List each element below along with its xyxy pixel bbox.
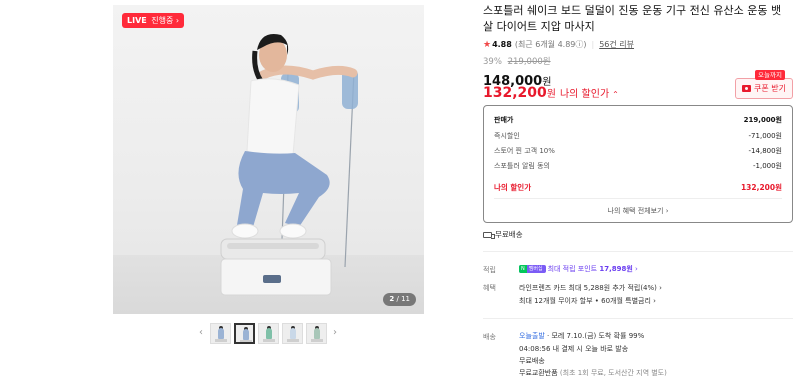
product-main-image[interactable]: LIVE 진행중 › 2 / 11 (113, 5, 424, 314)
image-counter-separator: / (396, 295, 399, 303)
breakdown-label: 스토어 찐 고객 10% (494, 147, 555, 155)
delivery-label: 배송 (483, 333, 496, 341)
thumbnail-3[interactable] (258, 322, 279, 344)
breakdown-row-instant-discount: 즉시할인 -71,000원 (494, 131, 782, 141)
breakdown-value: -1,000원 (752, 162, 782, 170)
card-benefit-link[interactable]: 라인프렌즈 카드 최대 5,288원 추가 적립(4%) › (519, 283, 662, 293)
discount-percent: 39% (483, 57, 502, 67)
exchange-note: (최초 1회 무료, 도서산간 지역 별도) (557, 369, 667, 377)
shipping-summary: 무료배송 (483, 229, 523, 240)
exchange-text: 무료교환반품 (519, 369, 558, 377)
membership-badge: N 멤버십 (519, 265, 546, 273)
naver-n-icon: N (519, 265, 527, 273)
thumbnail-next-button[interactable]: › (333, 326, 337, 340)
my-price: 132,200 (483, 85, 547, 101)
thumbnail-2[interactable] (234, 322, 255, 344)
coupon-icon (742, 85, 751, 92)
live-status-text: 진행중 (151, 16, 174, 25)
review-count-link[interactable]: 56건 리뷰 (599, 39, 634, 50)
breakdown-label: 판매가 (494, 116, 514, 124)
arrival-text: · 모레 7.10.(금) 도착 확률 99% (544, 332, 645, 340)
points-text: 최대 적립 포인트 (547, 265, 600, 273)
today-only-badge: 오늘까지 (755, 70, 785, 80)
discount-row: 39% 219,000원 (483, 55, 551, 67)
my-price-label: 나의 할인가 (559, 89, 610, 100)
rating-score: 4.88 (492, 40, 512, 49)
get-coupon-button[interactable]: 쿠폰 받기 (735, 78, 793, 99)
divider (483, 251, 793, 252)
delivery-free: 무료배송 (519, 357, 545, 365)
thumbnail-strip (210, 322, 327, 344)
points-link[interactable]: N 멤버십 최대 적립 포인트 17,898원 › (519, 264, 638, 274)
image-counter-total: 11 (401, 295, 410, 303)
breakdown-label: 스포틀러 알림 동의 (494, 162, 550, 170)
delivery-cutoff: 04:08:56 내 결제 시 오늘 바로 발송 (519, 345, 629, 353)
product-title: 스포틀러 쉐이크 보드 덜덜이 진동 운동 기구 전신 유산소 운동 뱃살 다이… (483, 4, 782, 33)
image-counter-current: 2 (389, 295, 395, 303)
rating-row: ★ 4.88 (최근 6개월 4.89ⓘ) | 56건 리뷰 (483, 39, 634, 50)
rating-recent[interactable]: (최근 6개월 4.89ⓘ) (515, 39, 587, 50)
breakdown-value: -71,000원 (748, 132, 782, 140)
breakdown-row-alert-consent: 스포틀러 알림 동의 -1,000원 (494, 161, 782, 171)
price-breakdown-panel: 판매가 219,000원 즉시할인 -71,000원 스토어 찐 고객 10% … (483, 105, 793, 223)
breakdown-label: 나의 할인가 (494, 183, 532, 192)
divider: | (591, 40, 595, 49)
star-icon: ★ (483, 39, 492, 50)
divider (494, 198, 782, 199)
get-coupon-label: 쿠폰 받기 (754, 84, 786, 93)
breakdown-label: 즉시할인 (494, 132, 520, 140)
breakdown-value: -14,800원 (748, 147, 782, 155)
chevron-right-icon: › (632, 265, 638, 273)
points-value: 17,898원 (599, 265, 633, 273)
breakdown-value: 132,200원 (740, 183, 782, 192)
chevron-up-icon: ⌃ (612, 90, 619, 99)
breakdown-value: 219,000원 (743, 116, 782, 124)
today-ship-text: 오늘출발 (519, 332, 545, 340)
breakdown-row-loyal-customer: 스토어 찐 고객 10% -14,800원 (494, 146, 782, 156)
delivery-arrival: 오늘출발 · 모레 7.10.(금) 도착 확률 99% (519, 331, 644, 341)
chevron-right-icon: › (175, 16, 180, 25)
my-price-unit: 원 (546, 89, 556, 100)
truck-icon (483, 231, 495, 239)
image-counter: 2 / 11 (383, 293, 416, 306)
breakdown-row-list-price: 판매가 219,000원 (494, 115, 782, 125)
live-label: LIVE (127, 16, 147, 25)
breakdown-row-my-price: 나의 할인가 132,200원 (494, 182, 782, 193)
shipping-summary-text: 무료배송 (495, 230, 523, 239)
original-price: 219,000원 (507, 57, 551, 67)
divider (483, 318, 793, 319)
product-photo-illustration (220, 34, 358, 296)
installment-link[interactable]: 최대 12개월 무이자 할부 • 60개월 특별금리 › (519, 296, 656, 306)
my-price-toggle[interactable]: 132,200 원 나의 할인가 ⌃ (483, 85, 619, 101)
live-badge[interactable]: LIVE 진행중 › (122, 13, 185, 28)
thumbnail-4[interactable] (282, 322, 303, 344)
card-benefit-label: 혜택 (483, 284, 496, 292)
points-label: 적립 (483, 266, 496, 274)
thumbnail-prev-button[interactable]: ‹ (199, 326, 203, 340)
view-all-benefits-link[interactable]: 나의 혜택 전체보기 › (484, 206, 792, 216)
delivery-exchange: 무료교환반품 (최초 1회 무료, 도서산간 지역 별도) (519, 368, 667, 378)
thumbnail-1[interactable] (210, 322, 231, 344)
thumbnail-5[interactable] (306, 322, 327, 344)
membership-badge-text: 멤버십 (528, 266, 543, 272)
